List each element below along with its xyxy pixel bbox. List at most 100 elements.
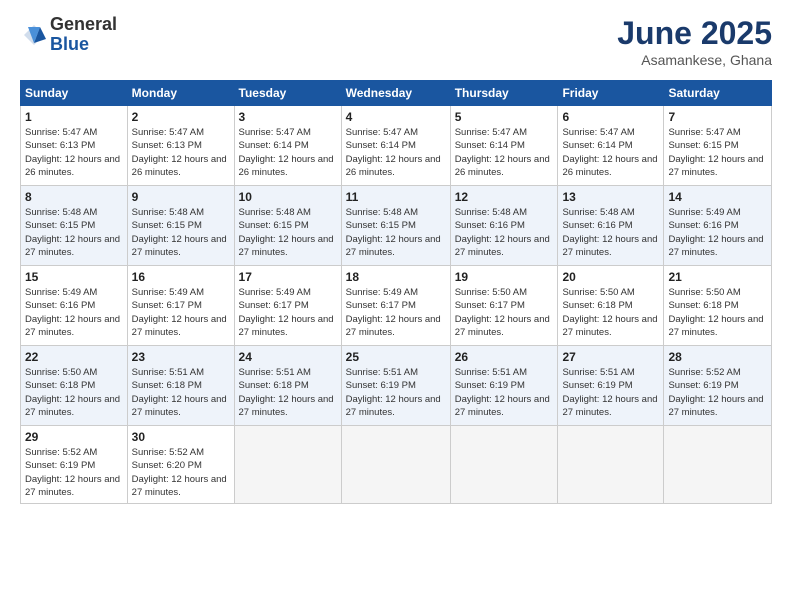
calendar-week-row: 22 Sunrise: 5:50 AMSunset: 6:18 PMDaylig…	[21, 346, 772, 426]
day-number: 12	[455, 190, 554, 204]
table-row: 7 Sunrise: 5:47 AMSunset: 6:15 PMDayligh…	[664, 106, 772, 186]
header-thursday: Thursday	[450, 81, 558, 106]
day-number: 15	[25, 270, 123, 284]
day-info: Sunrise: 5:47 AMSunset: 6:14 PMDaylight:…	[455, 127, 550, 178]
day-info: Sunrise: 5:51 AMSunset: 6:19 PMDaylight:…	[346, 367, 441, 418]
logo-general-text: General	[50, 15, 117, 35]
calendar-week-row: 29 Sunrise: 5:52 AMSunset: 6:19 PMDaylig…	[21, 426, 772, 504]
table-row: 14 Sunrise: 5:49 AMSunset: 6:16 PMDaylig…	[664, 186, 772, 266]
day-number: 6	[562, 110, 659, 124]
day-number: 4	[346, 110, 446, 124]
day-info: Sunrise: 5:47 AMSunset: 6:14 PMDaylight:…	[562, 127, 657, 178]
day-info: Sunrise: 5:51 AMSunset: 6:18 PMDaylight:…	[239, 367, 334, 418]
table-row: 10 Sunrise: 5:48 AMSunset: 6:15 PMDaylig…	[234, 186, 341, 266]
table-row: 11 Sunrise: 5:48 AMSunset: 6:15 PMDaylig…	[341, 186, 450, 266]
day-info: Sunrise: 5:50 AMSunset: 6:18 PMDaylight:…	[25, 367, 120, 418]
day-info: Sunrise: 5:47 AMSunset: 6:14 PMDaylight:…	[239, 127, 334, 178]
calendar-week-row: 8 Sunrise: 5:48 AMSunset: 6:15 PMDayligh…	[21, 186, 772, 266]
table-row: 28 Sunrise: 5:52 AMSunset: 6:19 PMDaylig…	[664, 346, 772, 426]
table-row: 15 Sunrise: 5:49 AMSunset: 6:16 PMDaylig…	[21, 266, 128, 346]
table-row: 25 Sunrise: 5:51 AMSunset: 6:19 PMDaylig…	[341, 346, 450, 426]
table-row: 19 Sunrise: 5:50 AMSunset: 6:17 PMDaylig…	[450, 266, 558, 346]
calendar-table: Sunday Monday Tuesday Wednesday Thursday…	[20, 80, 772, 504]
table-row	[234, 426, 341, 504]
day-info: Sunrise: 5:49 AMSunset: 6:17 PMDaylight:…	[132, 287, 227, 338]
table-row: 26 Sunrise: 5:51 AMSunset: 6:19 PMDaylig…	[450, 346, 558, 426]
table-row: 17 Sunrise: 5:49 AMSunset: 6:17 PMDaylig…	[234, 266, 341, 346]
day-number: 27	[562, 350, 659, 364]
day-number: 24	[239, 350, 337, 364]
day-number: 30	[132, 430, 230, 444]
table-row	[558, 426, 664, 504]
day-number: 28	[668, 350, 767, 364]
day-number: 13	[562, 190, 659, 204]
day-info: Sunrise: 5:48 AMSunset: 6:15 PMDaylight:…	[239, 207, 334, 258]
table-row: 22 Sunrise: 5:50 AMSunset: 6:18 PMDaylig…	[21, 346, 128, 426]
header-friday: Friday	[558, 81, 664, 106]
table-row: 16 Sunrise: 5:49 AMSunset: 6:17 PMDaylig…	[127, 266, 234, 346]
header: General Blue June 2025 Asamankese, Ghana	[20, 15, 772, 68]
day-number: 22	[25, 350, 123, 364]
day-info: Sunrise: 5:47 AMSunset: 6:14 PMDaylight:…	[346, 127, 441, 178]
day-info: Sunrise: 5:47 AMSunset: 6:13 PMDaylight:…	[25, 127, 120, 178]
table-row: 6 Sunrise: 5:47 AMSunset: 6:14 PMDayligh…	[558, 106, 664, 186]
calendar-header-row: Sunday Monday Tuesday Wednesday Thursday…	[21, 81, 772, 106]
header-saturday: Saturday	[664, 81, 772, 106]
day-info: Sunrise: 5:48 AMSunset: 6:16 PMDaylight:…	[455, 207, 550, 258]
table-row: 3 Sunrise: 5:47 AMSunset: 6:14 PMDayligh…	[234, 106, 341, 186]
table-row: 20 Sunrise: 5:50 AMSunset: 6:18 PMDaylig…	[558, 266, 664, 346]
table-row: 24 Sunrise: 5:51 AMSunset: 6:18 PMDaylig…	[234, 346, 341, 426]
table-row: 4 Sunrise: 5:47 AMSunset: 6:14 PMDayligh…	[341, 106, 450, 186]
day-number: 20	[562, 270, 659, 284]
day-info: Sunrise: 5:48 AMSunset: 6:15 PMDaylight:…	[132, 207, 227, 258]
table-row	[341, 426, 450, 504]
table-row: 13 Sunrise: 5:48 AMSunset: 6:16 PMDaylig…	[558, 186, 664, 266]
table-row: 23 Sunrise: 5:51 AMSunset: 6:18 PMDaylig…	[127, 346, 234, 426]
day-number: 18	[346, 270, 446, 284]
table-row: 9 Sunrise: 5:48 AMSunset: 6:15 PMDayligh…	[127, 186, 234, 266]
day-info: Sunrise: 5:50 AMSunset: 6:18 PMDaylight:…	[668, 287, 763, 338]
day-number: 3	[239, 110, 337, 124]
day-info: Sunrise: 5:49 AMSunset: 6:16 PMDaylight:…	[668, 207, 763, 258]
day-info: Sunrise: 5:49 AMSunset: 6:17 PMDaylight:…	[346, 287, 441, 338]
table-row: 29 Sunrise: 5:52 AMSunset: 6:19 PMDaylig…	[21, 426, 128, 504]
header-tuesday: Tuesday	[234, 81, 341, 106]
table-row	[450, 426, 558, 504]
logo-blue-text: Blue	[50, 35, 117, 55]
header-monday: Monday	[127, 81, 234, 106]
day-info: Sunrise: 5:47 AMSunset: 6:13 PMDaylight:…	[132, 127, 227, 178]
day-info: Sunrise: 5:50 AMSunset: 6:18 PMDaylight:…	[562, 287, 657, 338]
day-info: Sunrise: 5:50 AMSunset: 6:17 PMDaylight:…	[455, 287, 550, 338]
day-number: 2	[132, 110, 230, 124]
location-subtitle: Asamankese, Ghana	[617, 52, 772, 68]
table-row: 21 Sunrise: 5:50 AMSunset: 6:18 PMDaylig…	[664, 266, 772, 346]
day-info: Sunrise: 5:51 AMSunset: 6:18 PMDaylight:…	[132, 367, 227, 418]
day-number: 5	[455, 110, 554, 124]
day-info: Sunrise: 5:48 AMSunset: 6:16 PMDaylight:…	[562, 207, 657, 258]
day-info: Sunrise: 5:52 AMSunset: 6:19 PMDaylight:…	[25, 447, 120, 498]
day-info: Sunrise: 5:47 AMSunset: 6:15 PMDaylight:…	[668, 127, 763, 178]
header-sunday: Sunday	[21, 81, 128, 106]
day-number: 7	[668, 110, 767, 124]
day-number: 8	[25, 190, 123, 204]
calendar-week-row: 15 Sunrise: 5:49 AMSunset: 6:16 PMDaylig…	[21, 266, 772, 346]
day-info: Sunrise: 5:48 AMSunset: 6:15 PMDaylight:…	[346, 207, 441, 258]
day-info: Sunrise: 5:49 AMSunset: 6:17 PMDaylight:…	[239, 287, 334, 338]
day-number: 19	[455, 270, 554, 284]
day-info: Sunrise: 5:52 AMSunset: 6:19 PMDaylight:…	[668, 367, 763, 418]
table-row: 2 Sunrise: 5:47 AMSunset: 6:13 PMDayligh…	[127, 106, 234, 186]
table-row: 8 Sunrise: 5:48 AMSunset: 6:15 PMDayligh…	[21, 186, 128, 266]
day-number: 11	[346, 190, 446, 204]
day-number: 17	[239, 270, 337, 284]
day-number: 14	[668, 190, 767, 204]
day-number: 1	[25, 110, 123, 124]
day-info: Sunrise: 5:48 AMSunset: 6:15 PMDaylight:…	[25, 207, 120, 258]
table-row	[664, 426, 772, 504]
table-row: 27 Sunrise: 5:51 AMSunset: 6:19 PMDaylig…	[558, 346, 664, 426]
table-row: 30 Sunrise: 5:52 AMSunset: 6:20 PMDaylig…	[127, 426, 234, 504]
logo-icon	[20, 21, 48, 49]
day-info: Sunrise: 5:52 AMSunset: 6:20 PMDaylight:…	[132, 447, 227, 498]
day-number: 16	[132, 270, 230, 284]
day-number: 23	[132, 350, 230, 364]
logo: General Blue	[20, 15, 117, 55]
